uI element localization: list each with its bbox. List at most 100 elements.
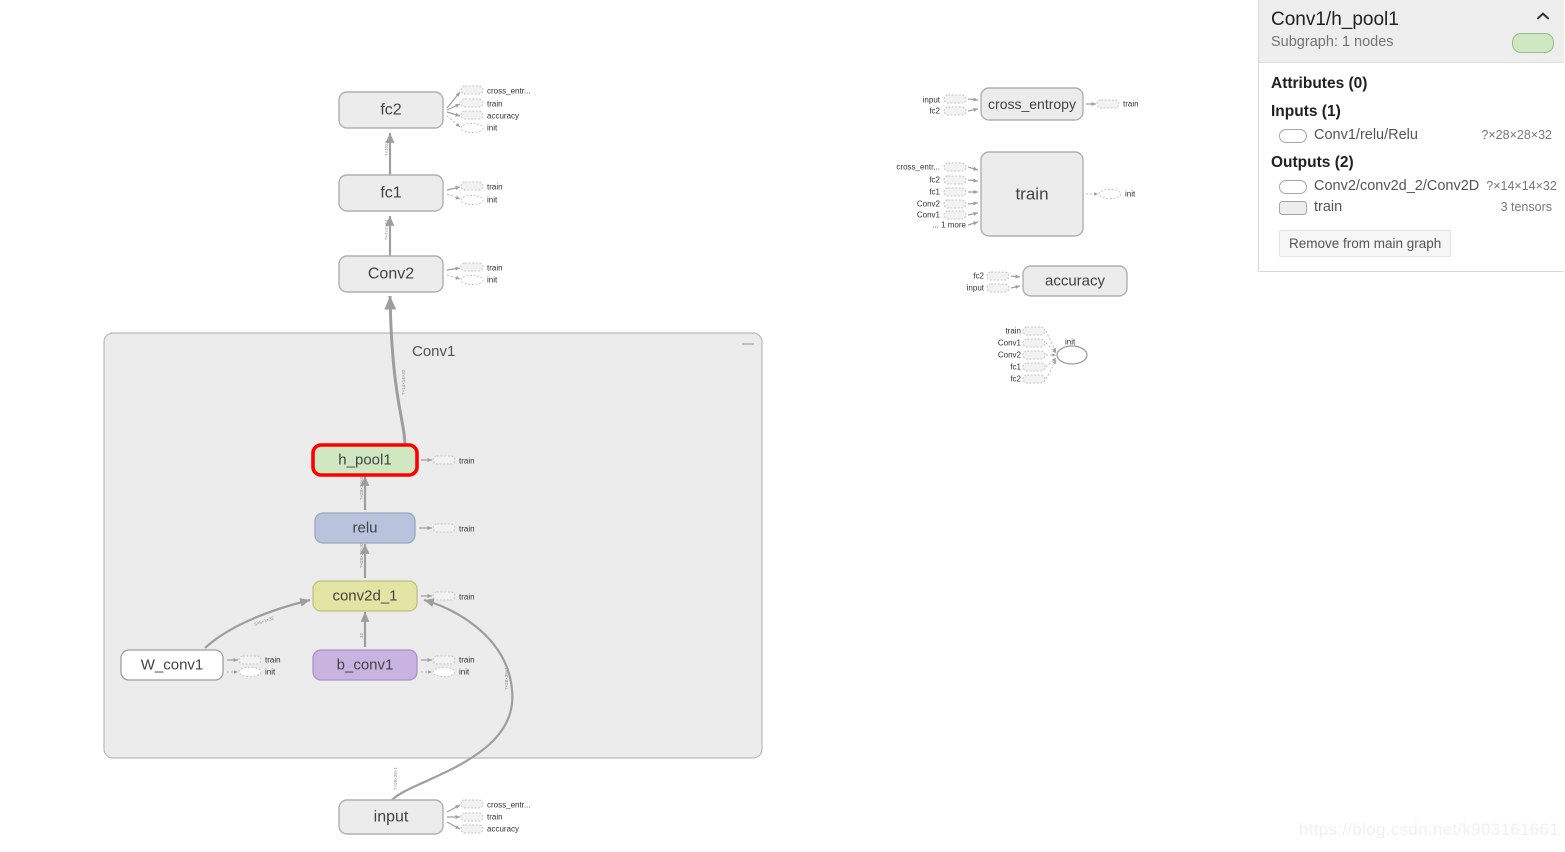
node-w-conv1[interactable]: W_conv1 bbox=[120, 649, 224, 681]
svg-text:accuracy: accuracy bbox=[1045, 273, 1106, 290]
svg-text:W_conv1: W_conv1 bbox=[141, 657, 204, 674]
svg-text:train: train bbox=[265, 656, 281, 665]
annotations-cross-entropy-in: input fc2 bbox=[923, 94, 979, 116]
annotations-input: cross_entr... train accuracy bbox=[446, 799, 531, 834]
input-row[interactable]: Conv1/relu/Relu ?×28×28×32 bbox=[1271, 125, 1552, 146]
svg-text:input: input bbox=[967, 284, 985, 293]
svg-text:train: train bbox=[459, 457, 475, 466]
svg-text:?×14×14×32: ?×14×14×32 bbox=[401, 369, 406, 395]
svg-text:... 1 more: ... 1 more bbox=[932, 221, 966, 230]
output-shape: 3 tensors bbox=[1500, 200, 1552, 214]
svg-text:fc1: fc1 bbox=[1010, 363, 1021, 372]
node-h-pool1[interactable]: h_pool1 bbox=[311, 443, 419, 477]
outputs-heading: Outputs (2) bbox=[1271, 154, 1354, 171]
panel-subtitle: Subgraph: 1 nodes bbox=[1271, 34, 1394, 50]
svg-text:train: train bbox=[459, 593, 475, 602]
conv1-group[interactable]: Conv1 bbox=[103, 332, 763, 759]
svg-text:?×7×7×64: ?×7×7×64 bbox=[384, 219, 389, 240]
svg-text:train: train bbox=[1005, 327, 1021, 336]
svg-text:init: init bbox=[1065, 338, 1076, 347]
svg-text:fc2: fc2 bbox=[929, 107, 940, 116]
svg-text:?×28×28×1: ?×28×28×1 bbox=[504, 667, 509, 690]
svg-text:conv2d_1: conv2d_1 bbox=[332, 588, 397, 605]
op-ellipse-icon bbox=[1279, 179, 1307, 194]
chevron-up-icon[interactable] bbox=[1536, 11, 1550, 20]
panel-body: Attributes (0) Inputs (1) Conv1/relu/Rel… bbox=[1259, 63, 1564, 271]
svg-text:init: init bbox=[265, 668, 276, 677]
svg-text:train: train bbox=[487, 813, 503, 822]
svg-text:init: init bbox=[487, 124, 498, 133]
node-train[interactable]: train bbox=[980, 151, 1084, 237]
svg-text:init: init bbox=[487, 276, 498, 285]
svg-text:?×1024: ?×1024 bbox=[384, 140, 389, 156]
svg-text:fc2: fc2 bbox=[380, 102, 401, 119]
svg-text:fc2: fc2 bbox=[973, 272, 984, 281]
annotations-train-out: init bbox=[1086, 188, 1136, 200]
watermark: https://blog.csdn.net/k903161661 bbox=[1298, 820, 1559, 839]
svg-text:fc1: fc1 bbox=[380, 185, 401, 202]
svg-text:Conv1: Conv1 bbox=[998, 339, 1022, 348]
node-color-swatch bbox=[1512, 33, 1554, 53]
node-fc2[interactable]: fc2 bbox=[338, 91, 444, 129]
svg-text:train: train bbox=[1015, 185, 1048, 204]
svg-text:accuracy: accuracy bbox=[487, 112, 519, 121]
output-name: Conv2/conv2d_2/Conv2D bbox=[1314, 178, 1480, 194]
svg-text:Conv1: Conv1 bbox=[917, 211, 941, 220]
node-b-conv1[interactable]: b_conv1 bbox=[312, 649, 418, 681]
group-rect-icon bbox=[1279, 200, 1307, 215]
svg-text:train: train bbox=[487, 100, 503, 109]
conv1-group-label: Conv1 bbox=[412, 343, 455, 360]
input-shape: ?×28×28×32 bbox=[1481, 128, 1552, 142]
node-input[interactable]: input bbox=[338, 799, 444, 835]
svg-text:input: input bbox=[374, 809, 409, 826]
panel-title: Conv1/h_pool1 bbox=[1271, 9, 1399, 30]
output-row[interactable]: Conv2/conv2d_2/Conv2D ?×14×14×32 bbox=[1271, 176, 1557, 197]
svg-text:?×28×28×32: ?×28×28×32 bbox=[359, 474, 364, 500]
svg-text:fc1: fc1 bbox=[929, 188, 940, 197]
annotations-cross-entropy-out: train bbox=[1086, 99, 1139, 109]
svg-text:fc2: fc2 bbox=[1010, 375, 1021, 384]
svg-text:cross_entropy: cross_entropy bbox=[988, 96, 1076, 112]
svg-text:Conv2: Conv2 bbox=[917, 200, 941, 209]
node-conv2[interactable]: Conv2 bbox=[338, 255, 444, 293]
graph-canvas[interactable]: Conv1 ?×1024 ?×7×7×64 ?×14×14×32 ?×28×28… bbox=[0, 0, 1565, 852]
node-conv2d-1[interactable]: conv2d_1 bbox=[312, 580, 418, 612]
input-name: Conv1/relu/Relu bbox=[1314, 127, 1418, 143]
svg-text:cross_entr...: cross_entr... bbox=[487, 801, 531, 810]
panel-header: Conv1/h_pool1 Subgraph: 1 nodes bbox=[1259, 0, 1564, 63]
svg-text:init: init bbox=[459, 668, 470, 677]
remove-from-main-graph-button[interactable]: Remove from main graph bbox=[1279, 230, 1452, 257]
svg-text:?×28×28×1: ?×28×28×1 bbox=[393, 767, 398, 790]
annotations-fc1: train init bbox=[446, 181, 503, 206]
svg-text:32: 32 bbox=[359, 632, 364, 638]
svg-text:init: init bbox=[487, 196, 498, 205]
svg-text:train: train bbox=[487, 264, 503, 273]
svg-text:Conv2: Conv2 bbox=[998, 351, 1022, 360]
output-shape: ?×14×14×32 bbox=[1486, 179, 1557, 193]
svg-text:h_pool1: h_pool1 bbox=[338, 452, 391, 469]
svg-text:b_conv1: b_conv1 bbox=[337, 657, 394, 674]
svg-text:?×28×28×32: ?×28×28×32 bbox=[359, 542, 364, 568]
svg-text:train: train bbox=[487, 183, 503, 192]
node-init[interactable]: init bbox=[1056, 338, 1088, 365]
node-fc1[interactable]: fc1 bbox=[338, 174, 444, 212]
annotations-init-in: train Conv1 Conv2 fc1 fc2 bbox=[998, 326, 1057, 384]
node-relu[interactable]: relu bbox=[314, 512, 416, 544]
inputs-heading: Inputs (1) bbox=[1271, 103, 1341, 120]
annotations-conv2: train init bbox=[446, 262, 503, 286]
annotations-accuracy-in: fc2 input bbox=[967, 271, 1021, 293]
svg-text:cross_entr...: cross_entr... bbox=[896, 163, 940, 172]
annotations-train-in: cross_entr... fc2 fc1 Conv2 Conv1 ... 1 … bbox=[896, 162, 979, 230]
node-info-panel[interactable]: Conv1/h_pool1 Subgraph: 1 nodes Attribut… bbox=[1258, 0, 1564, 272]
svg-text:train: train bbox=[1123, 100, 1139, 109]
node-cross-entropy[interactable]: cross_entropy bbox=[980, 87, 1084, 121]
svg-text:Conv2: Conv2 bbox=[368, 266, 414, 283]
svg-text:relu: relu bbox=[352, 520, 377, 537]
svg-text:accuracy: accuracy bbox=[487, 825, 519, 834]
op-ellipse-icon bbox=[1279, 128, 1307, 143]
svg-text:fc2: fc2 bbox=[929, 176, 940, 185]
output-name: train bbox=[1314, 199, 1343, 215]
node-accuracy[interactable]: accuracy bbox=[1022, 265, 1128, 297]
output-row[interactable]: train 3 tensors bbox=[1271, 197, 1552, 218]
svg-text:init: init bbox=[1125, 190, 1136, 199]
